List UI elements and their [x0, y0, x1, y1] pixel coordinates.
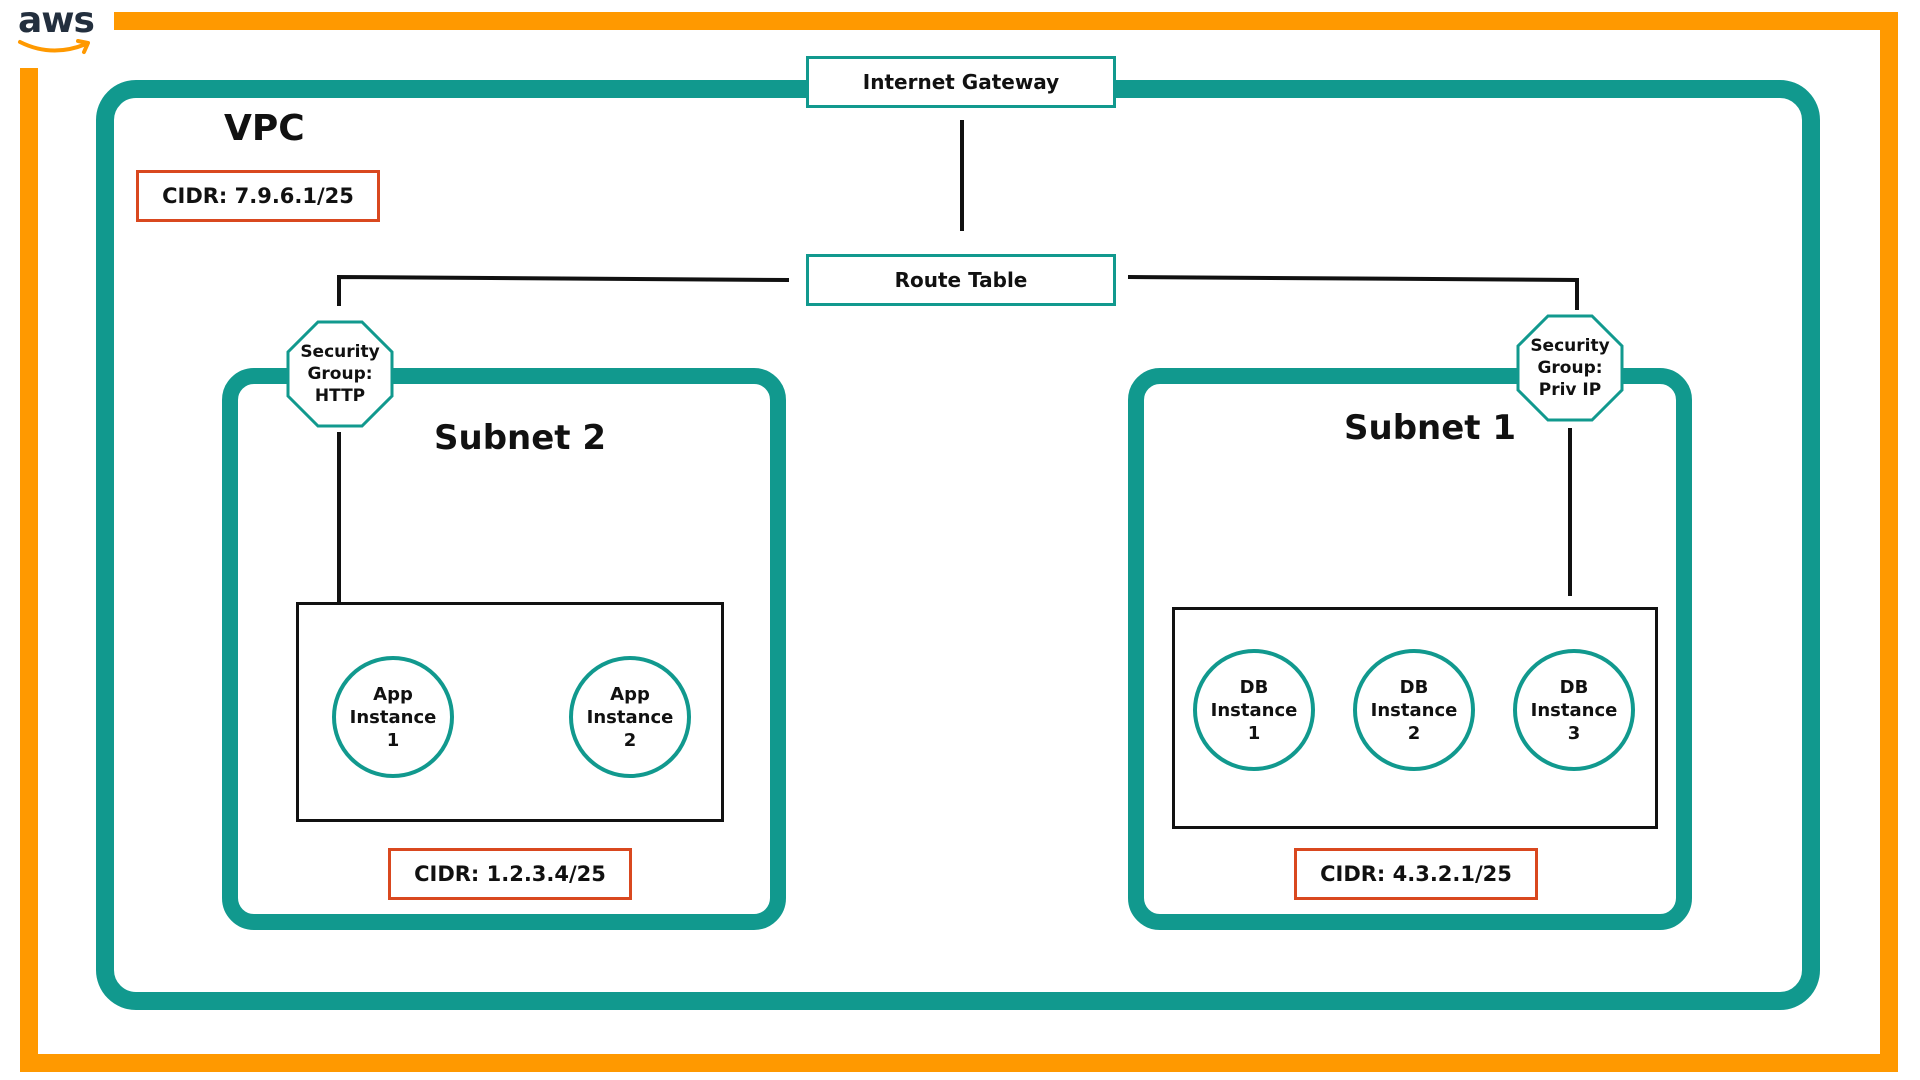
- connector-lines: [337, 120, 1579, 602]
- security-group-priv-ip-label: Security Group: Priv IP: [1530, 336, 1610, 400]
- security-group-http[interactable]: Security Group: HTTP: [286, 320, 394, 428]
- subnet-2-title: Subnet 2: [434, 418, 607, 458]
- vpc-title: VPC: [224, 108, 305, 149]
- app-instance-2[interactable]: App Instance 2: [569, 656, 691, 778]
- internet-gateway[interactable]: Internet Gateway: [806, 56, 1116, 108]
- subnet-1-cidr: CIDR: 4.3.2.1/25: [1294, 848, 1538, 900]
- route-table-to-sg-http-line: [337, 274, 790, 306]
- route-table[interactable]: Route Table: [806, 254, 1116, 306]
- vpc-cidr: CIDR: 7.9.6.1/25: [136, 170, 380, 222]
- db-instance-3[interactable]: DB Instance 3: [1513, 649, 1635, 771]
- subnet-1-title: Subnet 1: [1344, 408, 1517, 448]
- route-table-to-sg-priv-line: [1127, 275, 1579, 310]
- db-instance-2[interactable]: DB Instance 2: [1353, 649, 1475, 771]
- app-instance-1[interactable]: App Instance 1: [332, 656, 454, 778]
- security-group-http-label: Security Group: HTTP: [300, 342, 380, 406]
- subnet-2-cidr: CIDR: 1.2.3.4/25: [388, 848, 632, 900]
- architecture-diagram: aws Internet Gateway Route Table VPC CID…: [0, 0, 1920, 1080]
- db-instance-1[interactable]: DB Instance 1: [1193, 649, 1315, 771]
- security-group-priv-ip[interactable]: Security Group: Priv IP: [1516, 314, 1624, 422]
